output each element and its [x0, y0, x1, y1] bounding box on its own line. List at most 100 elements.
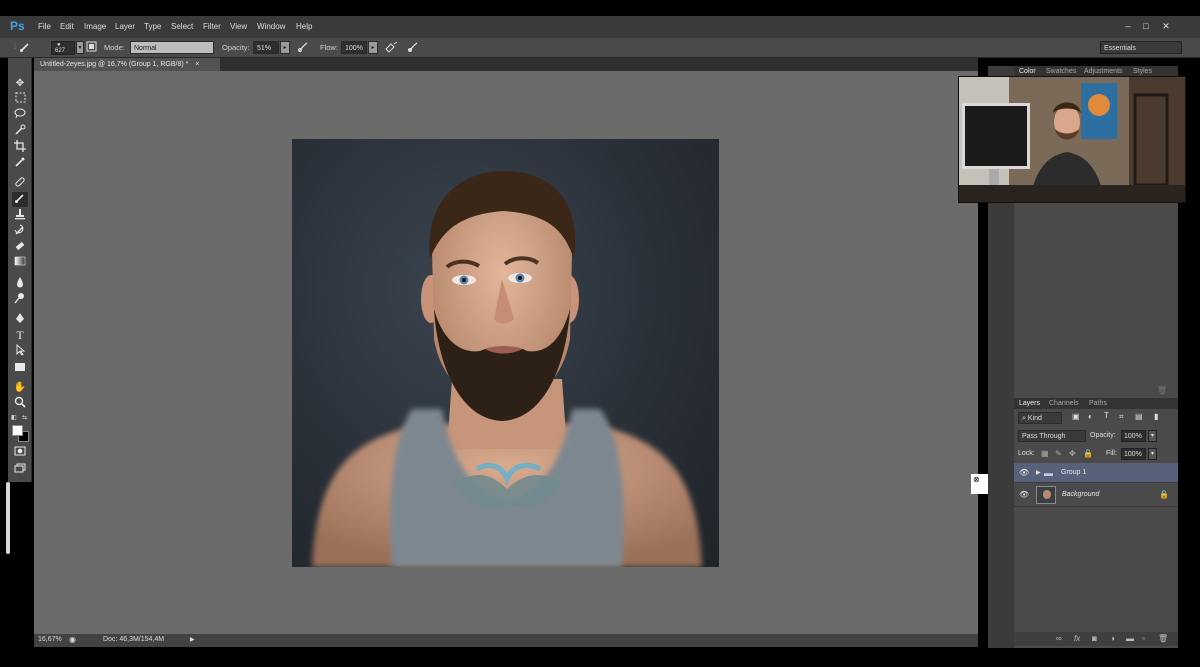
swap-colors-icon[interactable]: ⇆ — [22, 414, 27, 421]
delete-layer-icon[interactable]: 🗑 — [1158, 634, 1168, 643]
fill-dropdown-icon[interactable]: ▾ — [1148, 448, 1157, 460]
layer-opacity-input[interactable]: 100% — [1121, 430, 1146, 442]
adjustment-layer-icon[interactable]: ◑ — [1110, 634, 1115, 643]
opacity-dropdown-icon[interactable]: ▸ — [280, 41, 290, 54]
minimize-button[interactable]: – — [1121, 20, 1135, 32]
type-tool-icon[interactable]: T — [12, 328, 28, 343]
lasso-tool-icon[interactable] — [12, 108, 28, 123]
filter-adjustment-icon[interactable]: ◐ — [1088, 412, 1093, 421]
filter-type-icon[interactable]: T — [1104, 411, 1109, 420]
document-tab-title: Untitled-2eyes.jpg @ 16,7% (Group 1, RGB… — [40, 61, 189, 68]
brush-panel-toggle-icon[interactable] — [84, 41, 98, 54]
brush-size-picker[interactable]: ● 627 — [51, 41, 75, 55]
visibility-eye-icon[interactable]: 👁 — [1019, 463, 1029, 483]
filter-shape-icon[interactable]: ⌗ — [1119, 412, 1124, 422]
menu-select[interactable]: Select — [171, 22, 193, 31]
filter-toggle-icon[interactable]: ▮ — [1154, 412, 1158, 421]
layer-row-group[interactable]: 👁 ▶ ▬ Group 1 — [1014, 463, 1178, 483]
foreground-color-swatch[interactable] — [12, 425, 23, 436]
tab-channels[interactable]: Channels — [1049, 400, 1079, 407]
side-scroll-handle[interactable] — [6, 482, 10, 554]
quick-mask-icon[interactable] — [12, 446, 28, 461]
healing-brush-tool-icon[interactable] — [12, 176, 28, 191]
link-layers-icon[interactable]: ∞ — [1056, 634, 1062, 643]
history-brush-tool-icon[interactable] — [12, 224, 28, 239]
new-group-icon[interactable]: ▬ — [1126, 634, 1134, 643]
mode-select[interactable]: Normal — [130, 41, 214, 54]
tab-styles[interactable]: Styles — [1133, 68, 1152, 75]
blur-tool-icon[interactable] — [12, 276, 28, 291]
menu-file[interactable]: File — [38, 22, 51, 31]
lock-label: Lock: — [1018, 450, 1035, 457]
menu-window[interactable]: Window — [257, 22, 285, 31]
workspace-select[interactable]: Essentials — [1100, 41, 1182, 54]
quick-selection-tool-icon[interactable] — [12, 124, 28, 139]
webcam-scene — [959, 77, 1185, 202]
tab-adjustments[interactable]: Adjustments — [1084, 68, 1123, 75]
layer-opacity-dropdown-icon[interactable]: ▾ — [1148, 430, 1157, 442]
clone-stamp-tool-icon[interactable] — [12, 208, 28, 223]
document-tab-close-icon[interactable]: × — [195, 61, 199, 68]
layer-name[interactable]: Background — [1062, 483, 1099, 507]
path-selection-tool-icon[interactable] — [12, 343, 28, 359]
lock-all-icon[interactable]: 🔒 — [1083, 449, 1093, 458]
portrait-photo[interactable] — [292, 139, 719, 567]
new-layer-icon[interactable]: ▫ — [1142, 634, 1145, 643]
zoom-level[interactable]: 16,67% — [38, 636, 62, 643]
close-button[interactable]: ✕ — [1159, 20, 1173, 32]
move-tool-icon[interactable]: ✥ — [12, 76, 28, 91]
layer-style-icon[interactable]: fx — [1074, 634, 1080, 643]
flow-input[interactable]: 100% — [341, 41, 367, 54]
filter-pixel-icon[interactable]: ▣ — [1072, 412, 1080, 421]
layer-row-background[interactable]: 👁 Background 🔒 — [1014, 483, 1178, 507]
lock-transparent-icon[interactable]: ▦ — [1041, 449, 1049, 458]
brush-size-dropdown-icon[interactable]: ▾ — [76, 41, 84, 54]
brush-tool-preset-icon[interactable] — [18, 41, 32, 54]
menu-type[interactable]: Type — [144, 22, 161, 31]
eraser-tool-icon[interactable] — [12, 240, 28, 255]
brush-tool-icon[interactable] — [12, 192, 28, 207]
pressure-size-icon[interactable] — [406, 41, 420, 54]
pen-tool-icon[interactable] — [12, 312, 28, 327]
add-mask-icon[interactable]: ◙ — [1092, 634, 1097, 643]
pressure-opacity-icon[interactable] — [296, 41, 310, 54]
menu-view[interactable]: View — [230, 22, 247, 31]
layer-name[interactable]: Group 1 — [1061, 463, 1086, 483]
airbrush-icon[interactable] — [384, 41, 398, 54]
tab-paths[interactable]: Paths — [1089, 400, 1107, 407]
kind-filter-select[interactable]: ⌕ Kind — [1018, 412, 1062, 424]
lock-position-icon[interactable]: ✥ — [1069, 449, 1076, 458]
dodge-tool-icon[interactable] — [12, 292, 28, 307]
default-colors-icon[interactable]: ◧ — [11, 414, 17, 421]
tab-swatches[interactable]: Swatches — [1046, 68, 1076, 75]
filter-smart-object-icon[interactable]: ▤ — [1135, 412, 1143, 421]
maximize-button[interactable]: □ — [1139, 20, 1153, 32]
lock-image-icon[interactable]: ✎ — [1055, 449, 1062, 458]
marquee-tool-icon[interactable] — [12, 92, 28, 107]
expand-arrow-icon[interactable]: ▶ — [1036, 463, 1041, 483]
eyedropper-tool-icon[interactable] — [12, 156, 28, 171]
menu-filter[interactable]: Filter — [203, 22, 221, 31]
gradient-tool-icon[interactable] — [12, 256, 28, 271]
menu-image[interactable]: Image — [84, 22, 106, 31]
fill-input[interactable]: 100% — [1121, 448, 1146, 460]
tab-color[interactable]: Color — [1019, 68, 1036, 75]
tab-layers[interactable]: Layers — [1019, 400, 1040, 407]
flow-dropdown-icon[interactable]: ▸ — [368, 41, 378, 54]
zoom-tool-icon[interactable] — [12, 396, 28, 411]
visibility-eye-icon[interactable]: 👁 — [1019, 483, 1029, 507]
menu-help[interactable]: Help — [296, 22, 312, 31]
hand-tool-icon[interactable]: ✋ — [12, 380, 28, 395]
document-tab[interactable]: Untitled-2eyes.jpg @ 16,7% (Group 1, RGB… — [34, 58, 220, 71]
crop-tool-icon[interactable] — [12, 140, 28, 155]
status-menu-arrow-icon[interactable]: ▶ — [190, 636, 195, 643]
rectangle-tool-icon[interactable] — [12, 362, 28, 377]
menu-layer[interactable]: Layer — [115, 22, 135, 31]
status-info-icon[interactable]: ◉ — [69, 635, 76, 644]
screen-mode-icon[interactable] — [12, 463, 28, 478]
blend-mode-select[interactable]: Pass Through — [1018, 430, 1086, 442]
opacity-input[interactable]: 51% — [253, 41, 279, 54]
options-bar: ⁞ ● 627 ▾ Mode: Normal Opacity: 51% ▸ Fl… — [0, 38, 1200, 58]
trash-icon[interactable]: 🗑 — [1157, 386, 1167, 395]
menu-edit[interactable]: Edit — [60, 22, 74, 31]
